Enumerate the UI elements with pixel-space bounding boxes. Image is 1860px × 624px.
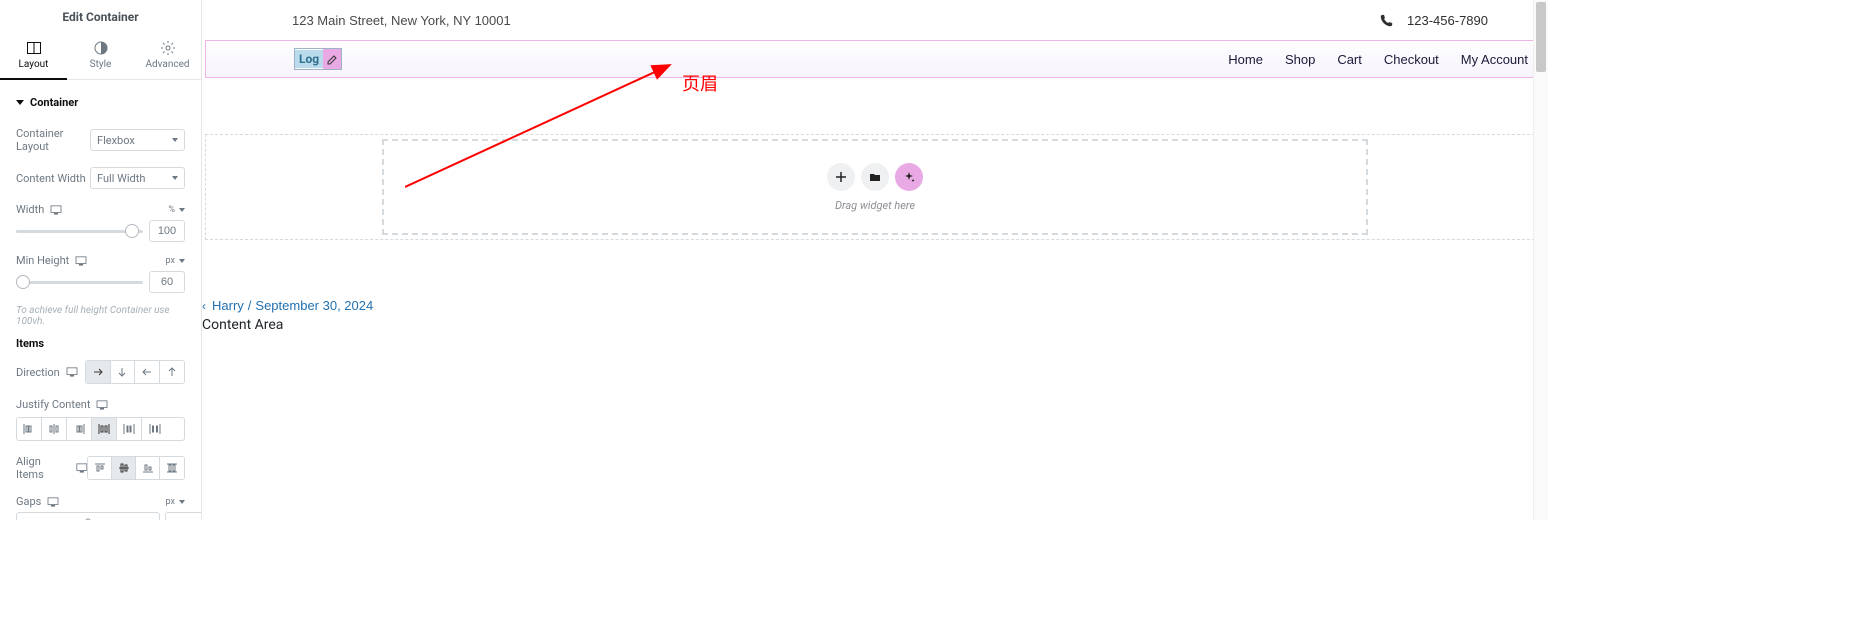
nav-menu: Home Shop Cart Checkout My Account xyxy=(1228,52,1528,67)
add-widget-button[interactable] xyxy=(827,163,855,191)
direction-row[interactable] xyxy=(86,361,111,383)
desktop-icon xyxy=(66,367,78,377)
caret-down-icon xyxy=(16,100,24,105)
align-center[interactable] xyxy=(112,457,136,479)
label-width: Width xyxy=(16,203,62,216)
phone-icon xyxy=(1380,14,1393,27)
direction-row-reverse[interactable] xyxy=(135,361,160,383)
page-section[interactable]: Drag widget here xyxy=(205,134,1545,240)
label-gaps: Gaps xyxy=(16,495,59,508)
unit-min-height[interactable]: px xyxy=(166,256,185,266)
sparkle-icon xyxy=(903,171,915,183)
chevron-down-icon xyxy=(172,176,178,180)
pencil-icon xyxy=(327,54,338,65)
nav-account[interactable]: My Account xyxy=(1461,52,1528,67)
align-end[interactable] xyxy=(136,457,160,479)
help-min-height: To achieve full height Container use 100… xyxy=(16,305,185,327)
chevron-left-icon: ‹ xyxy=(202,299,206,313)
tab-layout[interactable]: Layout xyxy=(0,34,67,80)
post-author[interactable]: Harry xyxy=(212,298,244,313)
align-stretch[interactable] xyxy=(160,457,184,479)
post-date[interactable]: September 30, 2024 xyxy=(255,298,373,313)
tab-advanced[interactable]: Advanced xyxy=(134,34,201,79)
label-align: Align Items xyxy=(16,455,87,481)
post-meta: ‹ Harry / September 30, 2024 xyxy=(202,298,1548,313)
nav-checkout[interactable]: Checkout xyxy=(1384,52,1439,67)
editor-sidebar: Edit Container Layout Style Advanced Con… xyxy=(0,0,202,520)
select-content-width[interactable]: Full Width xyxy=(90,167,185,189)
editor-tabs: Layout Style Advanced xyxy=(0,34,201,80)
nav-shop[interactable]: Shop xyxy=(1285,52,1315,67)
slider-width[interactable] xyxy=(16,224,143,238)
direction-column-reverse[interactable] xyxy=(160,361,184,383)
logo-text: Log xyxy=(295,50,323,68)
nav-cart[interactable]: Cart xyxy=(1337,52,1362,67)
site-address: 123 Main Street, New York, NY 10001 xyxy=(292,13,511,28)
direction-column[interactable] xyxy=(111,361,136,383)
label-container-layout: Container Layout xyxy=(16,127,90,153)
tab-style[interactable]: Style xyxy=(67,34,134,79)
settings-icon xyxy=(160,40,176,56)
annotation-label: 页眉 xyxy=(682,70,718,96)
content-area-label: Content Area xyxy=(202,317,1548,333)
choice-justify xyxy=(16,417,185,441)
header-container[interactable]: Log Home Shop Cart Checkout My Account xyxy=(205,40,1545,78)
vertical-scrollbar[interactable] xyxy=(1533,0,1548,520)
choice-align xyxy=(87,456,185,480)
input-gap-column[interactable] xyxy=(16,512,160,520)
choice-direction xyxy=(85,360,185,384)
plus-icon xyxy=(835,171,847,183)
panel-title: Edit Container xyxy=(0,0,201,34)
unit-width[interactable]: % xyxy=(168,205,185,215)
nav-home[interactable]: Home xyxy=(1228,52,1263,67)
logo-widget[interactable]: Log xyxy=(294,48,342,70)
section-container-toggle[interactable]: Container xyxy=(16,90,185,119)
chevron-down-icon xyxy=(172,138,178,142)
drop-zone[interactable]: Drag widget here xyxy=(382,139,1368,235)
ai-button[interactable] xyxy=(895,163,923,191)
items-heading: Items xyxy=(16,337,185,350)
justify-space-around[interactable] xyxy=(117,418,142,440)
drop-hint: Drag widget here xyxy=(835,199,915,212)
desktop-icon xyxy=(76,463,88,473)
input-gap-row[interactable] xyxy=(165,512,201,520)
topbar: 123 Main Street, New York, NY 10001 123-… xyxy=(202,0,1548,40)
label-min-height: Min Height xyxy=(16,254,87,267)
edit-widget-button[interactable] xyxy=(323,49,341,69)
template-library-button[interactable] xyxy=(861,163,889,191)
label-justify: Justify Content xyxy=(16,398,185,411)
justify-end[interactable] xyxy=(67,418,92,440)
justify-start[interactable] xyxy=(17,418,42,440)
label-content-width: Content Width xyxy=(16,172,86,185)
input-min-height[interactable] xyxy=(149,271,185,293)
desktop-icon xyxy=(75,256,87,266)
slider-min-height[interactable] xyxy=(16,275,143,289)
unit-gaps[interactable]: px xyxy=(166,497,185,507)
folder-icon xyxy=(869,171,881,183)
align-start[interactable] xyxy=(88,457,112,479)
desktop-icon xyxy=(96,400,108,410)
label-direction: Direction xyxy=(16,366,78,379)
input-width[interactable] xyxy=(149,220,185,242)
justify-space-between[interactable] xyxy=(92,418,117,440)
desktop-icon xyxy=(50,205,62,215)
style-icon xyxy=(93,40,109,56)
justify-center[interactable] xyxy=(42,418,67,440)
desktop-icon xyxy=(47,497,59,507)
site-phone: 123-456-7890 xyxy=(1380,13,1488,28)
justify-space-evenly[interactable] xyxy=(142,418,167,440)
layout-icon xyxy=(26,40,42,56)
editor-canvas: 123 Main Street, New York, NY 10001 123-… xyxy=(202,0,1548,520)
select-container-layout[interactable]: Flexbox xyxy=(90,129,185,151)
